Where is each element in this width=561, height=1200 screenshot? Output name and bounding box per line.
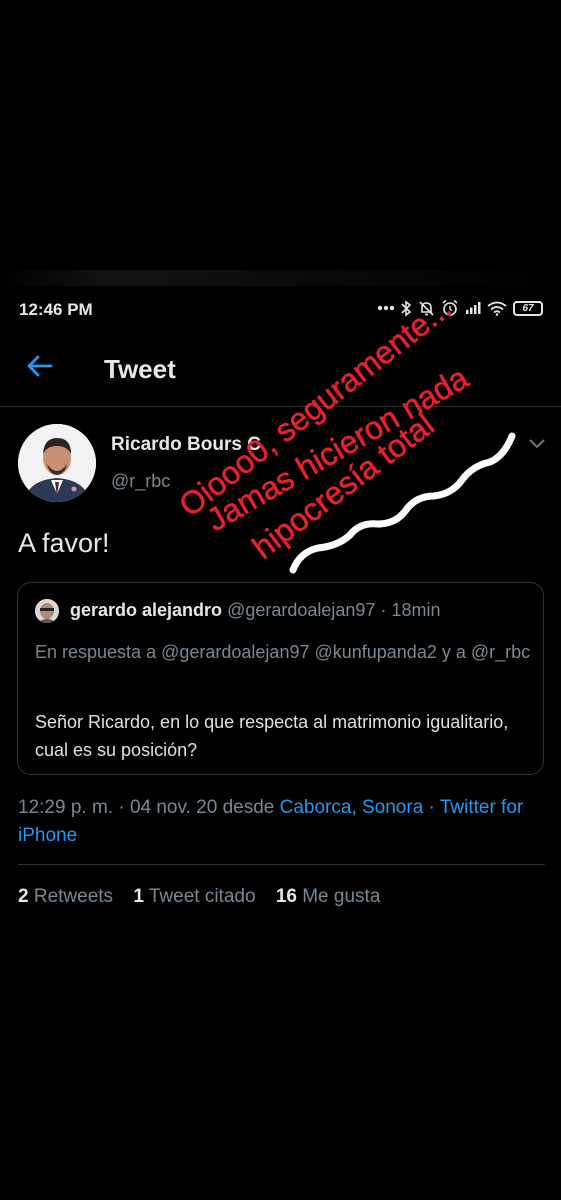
quoted-author-name: gerardo alejandro bbox=[70, 600, 223, 620]
bell-off-icon bbox=[418, 300, 435, 317]
quoted-reply-context: En respuesta a @gerardoalejan97 @kunfupa… bbox=[35, 638, 535, 666]
quoted-tweet-text: Señor Ricardo, en lo que respecta al mat… bbox=[35, 712, 509, 760]
likes-stat[interactable]: 16 Me gusta bbox=[276, 886, 381, 907]
author-name[interactable]: Ricardo Bours C bbox=[111, 434, 261, 456]
quoted-tweet-card[interactable]: gerardo alejandro @gerardoalejan97 · 18m… bbox=[17, 582, 544, 775]
quoted-tweet-header: gerardo alejandro @gerardoalejan97 · 18m… bbox=[70, 600, 440, 621]
tweet-time: 12:29 p. m. bbox=[18, 797, 114, 818]
header-divider bbox=[0, 406, 561, 407]
wifi-icon bbox=[487, 301, 507, 316]
overlay-line-3: hipocresía total bbox=[246, 406, 441, 565]
status-time: 12:46 PM bbox=[19, 300, 93, 319]
alarm-icon bbox=[441, 299, 459, 317]
tweet-header: Tweet bbox=[0, 340, 561, 400]
author-handle[interactable]: @r_rbc bbox=[111, 471, 170, 492]
blurred-strip bbox=[0, 270, 561, 286]
dots-icon bbox=[377, 305, 395, 311]
tweet-location-link[interactable]: Caborca, Sonora bbox=[280, 797, 424, 818]
quote-tweets-stat[interactable]: 1 Tweet citado bbox=[133, 886, 255, 907]
chevron-down-icon[interactable] bbox=[527, 437, 547, 456]
screenshot-page: 12:46 PM 67 Tweet Ricardo Bours C @r_rbc… bbox=[0, 0, 561, 1200]
scribble-underline bbox=[289, 432, 516, 574]
battery-icon: 67 bbox=[513, 300, 543, 316]
retweets-stat[interactable]: 2 Retweets bbox=[18, 886, 113, 907]
quoted-author-meta: @gerardoalejan97 · 18min bbox=[227, 600, 441, 620]
tweet-text: A favor! bbox=[18, 528, 110, 558]
reply-prefix: En respuesta a bbox=[35, 642, 157, 662]
back-arrow-icon[interactable] bbox=[26, 352, 54, 385]
quoted-author-avatar bbox=[35, 599, 59, 623]
status-icons: 67 bbox=[377, 299, 543, 317]
bluetooth-icon bbox=[401, 299, 412, 317]
reply-to-handles: @gerardoalejan97 @kunfupanda2 y a @r_rbc bbox=[161, 642, 531, 662]
tweet-stats: 2 Retweets 1 Tweet citado 16 Me gusta bbox=[18, 886, 395, 908]
author-avatar[interactable] bbox=[18, 424, 96, 502]
signal-icon bbox=[465, 301, 481, 315]
stats-divider bbox=[18, 864, 545, 865]
tweet-timestamp: 12:29 p. m. · 04 nov. 20 desde Caborca, … bbox=[18, 797, 524, 846]
page-title: Tweet bbox=[104, 354, 176, 384]
status-bar: 12:46 PM 67 bbox=[0, 295, 561, 325]
from-label: desde bbox=[222, 797, 275, 818]
tweet-date: 04 nov. 20 bbox=[129, 797, 218, 818]
